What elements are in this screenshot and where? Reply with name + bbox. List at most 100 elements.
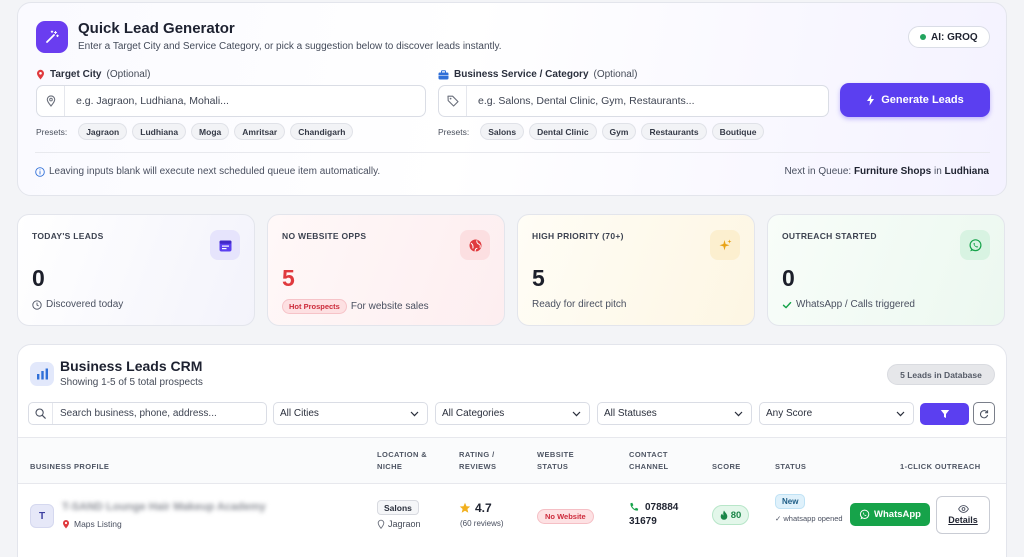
city-filter-select[interactable]: All Cities (273, 402, 428, 425)
next-in-queue: Next in Queue: Furniture Shops in Ludhia… (784, 166, 989, 177)
service-preset-chip[interactable]: Dental Clinic (529, 123, 597, 140)
reset-filters-button[interactable] (973, 402, 995, 425)
business-source-text: Maps Listing (74, 519, 122, 529)
service-presets: Presets: Salons Dental Clinic Gym Restau… (438, 123, 765, 140)
score-filter-select[interactable]: Any Score (759, 402, 914, 425)
divider (35, 152, 990, 153)
business-name[interactable]: T-SAND Lounge Hair Makeup Academy (62, 501, 266, 513)
chevron-down-icon (896, 411, 905, 416)
stat-label: TODAY'S LEADS (32, 231, 104, 241)
contact-phone[interactable]: 078884 31679 (629, 501, 678, 529)
service-optional-text: (Optional) (593, 69, 638, 80)
phone-part: 31679 (629, 516, 657, 527)
check-icon: ✓ (775, 514, 782, 523)
stat-value: 0 (782, 265, 795, 291)
column-header: SCORE (712, 462, 741, 471)
generator-subtitle: Enter a Target City and Service Category… (78, 41, 502, 52)
lead-city-text: Jagraon (388, 519, 421, 529)
crm-subtitle: Showing 1-5 of 5 total prospects (60, 377, 203, 388)
whatsapp-button[interactable]: WhatsApp (850, 503, 930, 526)
city-preset-chip[interactable]: Jagraon (78, 123, 128, 140)
map-pin-icon (63, 520, 69, 529)
service-preset-chip[interactable]: Gym (601, 123, 637, 140)
stat-caption: Discovered today (32, 299, 123, 310)
details-button[interactable]: Details (936, 496, 990, 534)
clock-icon (32, 299, 42, 310)
column-header: 1-CLICK OUTREACH (900, 462, 981, 471)
status-note: ✓ whatsapp opened (775, 513, 845, 525)
stat-caption-text: Discovered today (46, 299, 124, 310)
queue-prefix: Next in Queue: (784, 166, 852, 177)
business-source: Maps Listing (62, 519, 122, 529)
service-presets-label: Presets: (438, 126, 470, 137)
column-header: WEBSITE STATUS (537, 450, 574, 471)
column-header: BUSINESS PROFILE (30, 462, 110, 471)
status-badge: New (775, 494, 806, 509)
city-filter-value: All Cities (280, 408, 319, 419)
apply-filter-button[interactable] (920, 403, 969, 425)
city-presets: Presets: Jagraon Ludhiana Moga Amritsar … (36, 123, 354, 140)
sparkle-icon (710, 230, 740, 260)
star-icon (459, 502, 471, 513)
service-field-label: Business Service / Category (Optional) (438, 69, 637, 80)
score-badge: 80 (712, 505, 749, 525)
rating-value: 4.7 (475, 501, 492, 515)
stat-card-outreach-started: OUTREACH STARTED 0 WhatsApp / Calls trig… (767, 214, 1005, 326)
phone-icon (630, 502, 639, 511)
location-pin-icon (377, 519, 385, 529)
service-preset-chip[interactable]: Restaurants (641, 123, 707, 140)
stat-label: HIGH PRIORITY (70+) (532, 231, 624, 241)
whatsapp-icon (960, 230, 990, 260)
service-preset-chip[interactable]: Salons (480, 123, 525, 140)
service-category-input[interactable]: e.g. Salons, Dental Clinic, Gym, Restaur… (438, 85, 829, 117)
service-label-text: Business Service / Category (454, 69, 589, 80)
leads-count-badge: 5 Leads in Database (887, 364, 995, 385)
tag-icon (439, 86, 467, 116)
status-note-text: whatsapp opened (783, 514, 843, 523)
target-city-placeholder: e.g. Jagraon, Ludhiana, Mohali... (76, 95, 229, 107)
stat-value: 5 (532, 265, 545, 291)
category-filter-select[interactable]: All Categories (435, 402, 590, 425)
column-header: RATING / REVIEWS (459, 450, 497, 471)
stat-caption: Hot Prospects For website sales (282, 299, 429, 314)
review-count: (60 reviews) (460, 519, 504, 528)
queue-city: Ludhiana (944, 166, 989, 177)
stat-caption-text: Ready for direct pitch (532, 299, 627, 310)
category-filter-value: All Categories (442, 408, 505, 419)
map-pin-icon (37, 69, 44, 80)
search-input[interactable]: Search business, phone, address... (28, 402, 267, 425)
whatsapp-icon (859, 509, 870, 520)
city-optional-text: (Optional) (106, 69, 151, 80)
business-leads-crm-card: Business Leads CRM Showing 1-5 of 5 tota… (17, 344, 1007, 557)
city-preset-chip[interactable]: Amritsar (234, 123, 286, 140)
chevron-down-icon (410, 411, 419, 416)
bar-chart-icon (30, 362, 54, 386)
column-header: LOCATION & NICHE (377, 450, 428, 471)
stat-caption-text: WhatsApp / Calls triggered (796, 299, 915, 310)
flame-icon (720, 510, 728, 520)
city-preset-chip[interactable]: Ludhiana (132, 123, 187, 140)
city-preset-chip[interactable]: Moga (191, 123, 230, 140)
avatar: T (30, 504, 54, 528)
target-city-input[interactable]: e.g. Jagraon, Ludhiana, Mohali... (36, 85, 426, 117)
status-filter-value: All Statuses (604, 408, 657, 419)
ai-provider-label: AI: GROQ (931, 31, 978, 43)
service-preset-chip[interactable]: Boutique (711, 123, 765, 140)
rating: 4.7 (459, 501, 492, 515)
service-category-placeholder: e.g. Salons, Dental Clinic, Gym, Restaur… (478, 95, 695, 107)
generate-leads-button[interactable]: Generate Leads (840, 83, 990, 117)
stat-label: OUTREACH STARTED (782, 231, 877, 241)
table-row[interactable]: T T-SAND Lounge Hair Makeup Academy Maps… (18, 484, 1006, 554)
refresh-icon (980, 409, 989, 418)
queue-item: Furniture Shops (853, 166, 932, 177)
generator-title: Quick Lead Generator (78, 20, 235, 37)
chevron-down-icon (734, 411, 743, 416)
stat-caption-text: For website sales (350, 301, 429, 312)
info-icon (35, 166, 45, 177)
city-preset-chip[interactable]: Chandigarh (290, 123, 354, 140)
stat-card-no-website: NO WEBSITE OPPS 5 Hot Prospects For webs… (267, 214, 505, 326)
details-button-label: Details (948, 515, 978, 525)
stat-caption: Ready for direct pitch (532, 299, 627, 310)
ai-provider-badge: AI: GROQ (908, 26, 990, 48)
status-filter-select[interactable]: All Statuses (597, 402, 752, 425)
